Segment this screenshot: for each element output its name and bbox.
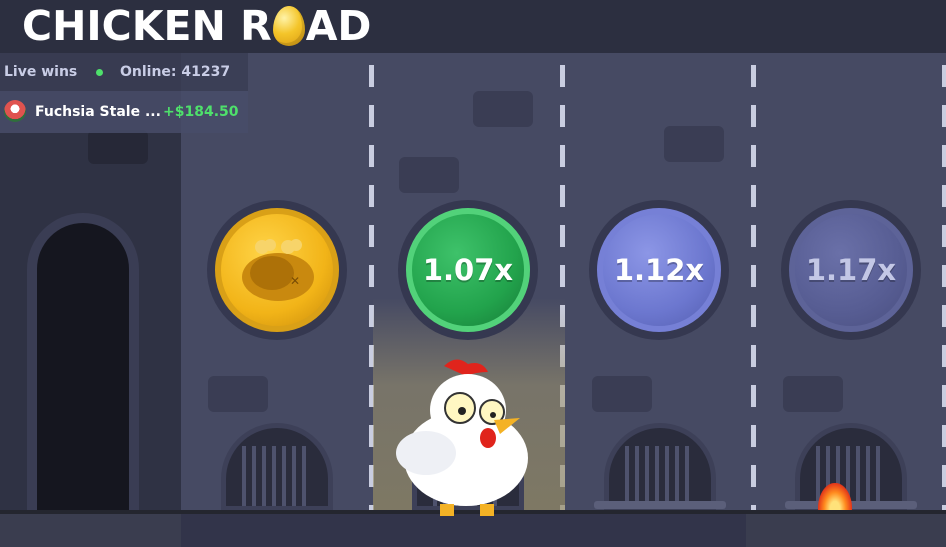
wall-brick xyxy=(88,130,148,164)
multiplier-label: 1.07x xyxy=(406,208,530,332)
game-logo: CHICKEN R AD xyxy=(22,2,371,50)
logo-text-left: CHICKEN R xyxy=(22,2,272,50)
wall-brick xyxy=(592,376,652,412)
top-bar: CHICKEN R AD xyxy=(0,0,946,53)
lane-coin-current[interactable]: 1.07x xyxy=(398,200,538,340)
lane-divider xyxy=(751,65,756,515)
online-count: Online: 41237 xyxy=(120,64,231,80)
avatar xyxy=(4,100,26,122)
wall-brick xyxy=(399,157,459,193)
logo-text-right: AD xyxy=(305,2,372,50)
multiplier-label: 1.12x xyxy=(597,208,721,332)
road-surface xyxy=(181,514,746,547)
lane-coin-upcoming: 1.17x xyxy=(781,200,921,340)
live-wins-title: Live wins xyxy=(4,64,78,80)
svg-text:✕: ✕ xyxy=(290,274,300,288)
grate-base xyxy=(594,501,726,509)
live-wins-panel: Live wins Online: 41237 Fuchsia Stale ..… xyxy=(0,53,248,133)
lane-coin-next[interactable]: 1.12x xyxy=(589,200,729,340)
online-status-icon xyxy=(96,69,103,76)
winner-amount: +$184.50 xyxy=(163,104,239,120)
wall-brick xyxy=(664,126,724,162)
roasted-chicken-icon: ✕ xyxy=(242,239,314,301)
lane-coin-passed: ✕ xyxy=(207,200,347,340)
start-doorway xyxy=(27,213,139,515)
chicken-character-icon xyxy=(396,359,528,516)
wall-brick xyxy=(783,376,843,412)
wall-brick xyxy=(473,91,533,127)
lane-divider xyxy=(942,65,946,515)
golden-egg-icon xyxy=(272,6,305,46)
multiplier-label: 1.17x xyxy=(789,208,913,332)
wall-brick xyxy=(208,376,268,412)
winner-name: Fuchsia Stale ... xyxy=(35,104,161,120)
